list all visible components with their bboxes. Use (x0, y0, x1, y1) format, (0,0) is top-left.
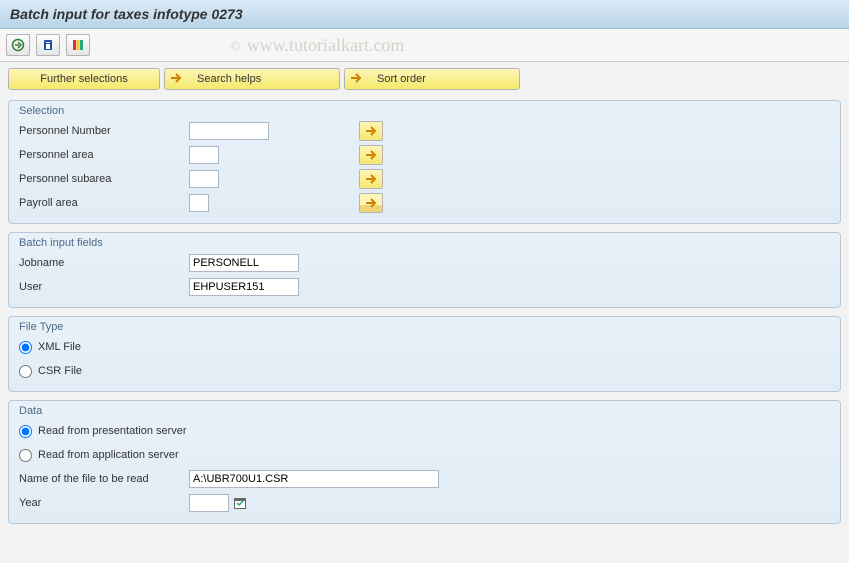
jobname-input[interactable] (189, 254, 299, 272)
selection-panel: Selection Personnel Number Personnel are… (8, 100, 841, 224)
info-icon (41, 38, 55, 52)
sort-order-label: Sort order (377, 73, 426, 85)
payroll-area-input[interactable] (189, 194, 209, 212)
arrow-right-icon (365, 150, 377, 160)
info-button[interactable] (36, 34, 60, 56)
personnel-area-label: Personnel area (19, 149, 189, 161)
file-type-panel: File Type XML File CSR File (8, 316, 841, 392)
arrow-right-icon (365, 126, 377, 136)
search-helps-button[interactable]: Search helps (164, 68, 340, 90)
xml-file-label: XML File (38, 341, 81, 353)
execute-icon (11, 38, 25, 52)
personnel-subarea-label: Personnel subarea (19, 173, 189, 185)
further-selections-label: Further selections (40, 73, 127, 85)
application-server-radio[interactable] (19, 449, 32, 462)
filename-input[interactable] (189, 470, 439, 488)
year-input[interactable] (189, 494, 229, 512)
selection-title: Selection (9, 101, 840, 119)
calendar-icon[interactable] (233, 496, 247, 510)
variant-icon (71, 38, 85, 52)
csr-file-radio[interactable] (19, 365, 32, 378)
execute-button[interactable] (6, 34, 30, 56)
arrow-right-icon (169, 72, 183, 87)
user-label: User (19, 281, 189, 293)
payroll-area-label: Payroll area (19, 197, 189, 209)
presentation-server-label: Read from presentation server (38, 425, 187, 437)
further-selections-button[interactable]: Further selections (8, 68, 160, 90)
jobname-label: Jobname (19, 257, 189, 269)
arrow-right-icon (349, 72, 363, 87)
xml-file-radio[interactable] (19, 341, 32, 354)
presentation-server-radio[interactable] (19, 425, 32, 438)
arrow-right-icon (365, 174, 377, 184)
personnel-area-more-button[interactable] (359, 145, 383, 165)
user-input[interactable] (189, 278, 299, 296)
csr-file-label: CSR File (38, 365, 82, 377)
personnel-subarea-input[interactable] (189, 170, 219, 188)
batch-input-title: Batch input fields (9, 233, 840, 251)
year-label: Year (19, 497, 189, 509)
personnel-number-more-button[interactable] (359, 121, 383, 141)
personnel-number-label: Personnel Number (19, 125, 189, 137)
application-server-label: Read from application server (38, 449, 179, 461)
batch-input-panel: Batch input fields Jobname User (8, 232, 841, 308)
toolbar (0, 29, 849, 62)
data-panel: Data Read from presentation server Read … (8, 400, 841, 524)
arrow-right-icon (365, 198, 377, 208)
personnel-number-input[interactable] (189, 122, 269, 140)
personnel-area-input[interactable] (189, 146, 219, 164)
payroll-area-more-button[interactable] (359, 193, 383, 213)
sort-order-button[interactable]: Sort order (344, 68, 520, 90)
personnel-subarea-more-button[interactable] (359, 169, 383, 189)
variant-button[interactable] (66, 34, 90, 56)
filename-label: Name of the file to be read (19, 473, 189, 485)
content: Further selections Search helps Sort ord… (0, 62, 849, 563)
title-bar: Batch input for taxes infotype 0273 (0, 0, 849, 29)
button-row: Further selections Search helps Sort ord… (8, 68, 841, 90)
file-type-title: File Type (9, 317, 840, 335)
data-title: Data (9, 401, 840, 419)
page-title: Batch input for taxes infotype 0273 (10, 6, 243, 22)
search-helps-label: Search helps (197, 73, 261, 85)
